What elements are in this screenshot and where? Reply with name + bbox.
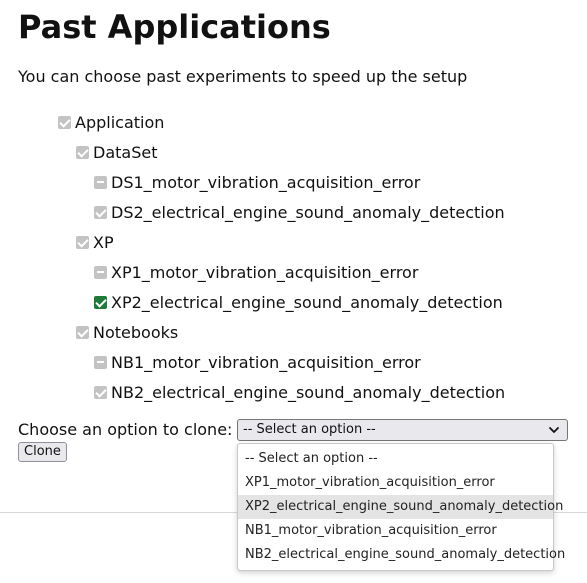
page-subtitle: You can choose past experiments to speed… — [18, 67, 468, 86]
tree-node-application[interactable]: Application — [58, 111, 164, 133]
dropdown-option-placeholder[interactable]: -- Select an option -- — [238, 447, 553, 471]
tree-label-ds2: DS2_electrical_engine_sound_anomaly_dete… — [111, 202, 505, 222]
checkbox-xp1[interactable] — [94, 265, 107, 279]
clone-select-dropdown: -- Select an option -- XP1_motor_vibrati… — [237, 443, 565, 571]
tree-node-xp2[interactable]: XP2_electrical_engine_sound_anomaly_dete… — [94, 291, 503, 313]
tree-node-ds1[interactable]: DS1_motor_vibration_acquisition_error — [94, 171, 420, 193]
tree-node-dataset[interactable]: DataSet — [76, 141, 157, 163]
dropdown-option-nb1[interactable]: NB1_motor_vibration_acquisition_error — [238, 519, 553, 543]
clone-label: Choose an option to clone: — [18, 420, 233, 439]
tree-node-nb1[interactable]: NB1_motor_vibration_acquisition_error — [94, 351, 421, 373]
tree-node-nb2[interactable]: NB2_electrical_engine_sound_anomaly_dete… — [94, 381, 505, 403]
tree-label-xp: XP — [93, 232, 114, 252]
tree-node-ds2[interactable]: DS2_electrical_engine_sound_anomaly_dete… — [94, 201, 505, 223]
dropdown-option-xp2[interactable]: XP2_electrical_engine_sound_anomaly_dete… — [238, 495, 563, 519]
tree-node-notebooks[interactable]: Notebooks — [76, 321, 178, 343]
dropdown-option-xp1[interactable]: XP1_motor_vibration_acquisition_error — [238, 471, 553, 495]
checkbox-application[interactable] — [58, 115, 71, 129]
checkbox-notebooks[interactable] — [76, 325, 89, 339]
checkbox-xp2[interactable] — [94, 295, 107, 309]
dropdown-option-nb2[interactable]: NB2_electrical_engine_sound_anomaly_dete… — [238, 543, 565, 567]
clone-select-value: -- Select an option -- — [243, 422, 376, 437]
checkbox-ds1[interactable] — [94, 175, 107, 189]
checkbox-dataset[interactable] — [76, 145, 89, 159]
tree-label-nb2: NB2_electrical_engine_sound_anomaly_dete… — [111, 382, 506, 402]
tree-node-xp1[interactable]: XP1_motor_vibration_acquisition_error — [94, 261, 418, 283]
chevron-down-icon — [549, 427, 559, 433]
tree-label-ds1: DS1_motor_vibration_acquisition_error — [111, 172, 421, 192]
tree-label-application: Application — [75, 112, 165, 132]
tree-label-xp2: XP2_electrical_engine_sound_anomaly_dete… — [111, 292, 503, 312]
clone-button[interactable]: Clone — [18, 442, 67, 462]
tree-label-xp1: XP1_motor_vibration_acquisition_error — [111, 262, 419, 282]
page-title: Past Applications — [18, 8, 331, 46]
tree-label-dataset: DataSet — [93, 142, 158, 162]
checkbox-nb2[interactable] — [94, 385, 107, 399]
checkbox-nb1[interactable] — [94, 355, 107, 369]
tree-label-nb1: NB1_motor_vibration_acquisition_error — [111, 352, 421, 372]
tree-label-notebooks: Notebooks — [93, 322, 179, 342]
tree-node-xp[interactable]: XP — [76, 231, 114, 253]
page: Past Applications You can choose past ex… — [0, 0, 587, 583]
checkbox-ds2[interactable] — [94, 205, 107, 219]
checkbox-xp[interactable] — [76, 235, 89, 249]
clone-select[interactable]: -- Select an option -- — [237, 419, 568, 441]
